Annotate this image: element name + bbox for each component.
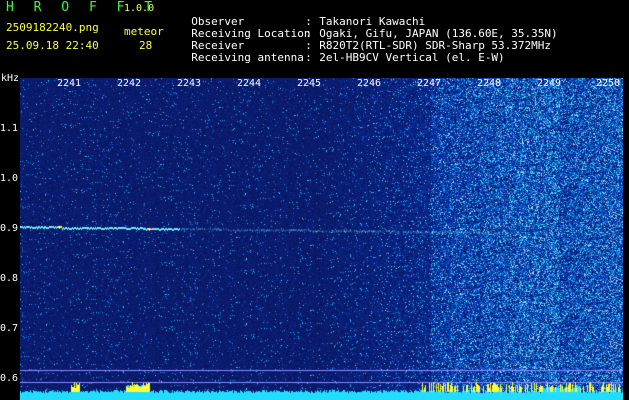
station-value: 2el-HB9CV Vertical (el. E-W) — [319, 51, 505, 64]
x-tick-label: 2248 — [477, 78, 502, 89]
capture-filename: 2509182240.png — [6, 21, 99, 34]
station-key: Receiving antenna — [191, 51, 304, 64]
x-tick-label: 2241 — [57, 78, 82, 89]
x-tick-label: 2249 — [537, 78, 562, 89]
y-tick-label: 0.9 — [0, 223, 19, 234]
x-tick-label: 2246 — [357, 78, 382, 89]
x-tick-label: 2242 — [117, 78, 142, 89]
x-tick-label: 2250 — [596, 78, 621, 89]
x-tick-label: 2247 — [417, 78, 442, 89]
station-sep: : — [305, 51, 312, 64]
app-version: 1.0.0 — [124, 3, 155, 14]
station-row-antenna: Receiving antenna: 2el-HB9CV Vertical (el… — [178, 40, 505, 64]
y-tick-label: 1.0 — [0, 173, 19, 184]
y-tick-label: 0.8 — [0, 273, 19, 284]
meteor-count: 28 — [139, 39, 153, 52]
y-tick-label: 0.6 — [0, 373, 19, 384]
y-tick-label: 0.7 — [0, 323, 19, 334]
x-tick-label: 2243 — [177, 78, 202, 89]
meteor-label: meteor — [124, 25, 164, 38]
frequency-unit-label: kHz — [1, 73, 20, 84]
x-tick-label: 2245 — [297, 78, 322, 89]
y-tick-label: 1.1 — [0, 123, 19, 134]
x-tick-label: 2244 — [237, 78, 262, 89]
capture-datetime: 25.09.18 22:40 — [6, 39, 99, 52]
spectrogram-waterfall — [20, 78, 623, 400]
